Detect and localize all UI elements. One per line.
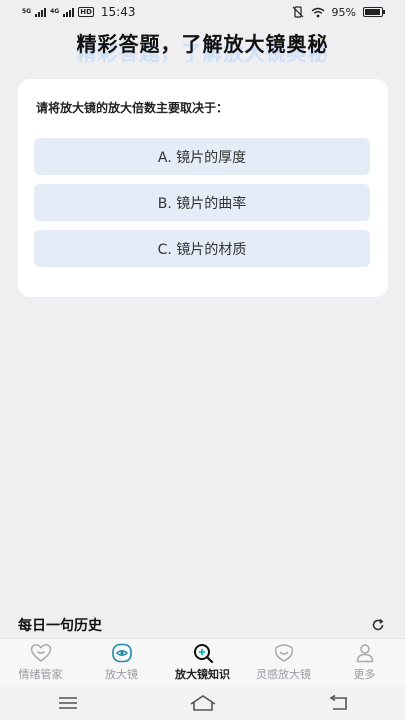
menu-button[interactable] (48, 688, 88, 718)
network-5g-label: 5G (22, 8, 32, 15)
battery-icon (363, 7, 385, 17)
smile-icon (274, 644, 293, 662)
wifi-icon (311, 7, 324, 17)
system-nav-bar (0, 686, 405, 720)
page-title-area: 精彩答题，了解放大镜奥秘 精彩答题，了解放大镜奥秘 (0, 28, 405, 68)
tab-label: 情绪管家 (18, 668, 63, 681)
daily-history-bar: 每日一句历史 (0, 612, 405, 638)
battery-percent: 95% (331, 5, 356, 19)
status-left: 5G 4G HD 15:43 (22, 5, 135, 19)
tab-label: 放大镜知识 (175, 668, 230, 681)
vibrate-icon (292, 6, 303, 18)
tab-label: 灵感放大镜 (256, 668, 311, 681)
tab-more[interactable]: 更多 (324, 643, 405, 682)
magnifier-icon (193, 644, 213, 663)
quiz-question: 请将放大镜的放大倍数主要取决于： (36, 101, 229, 115)
eye-icon (111, 643, 132, 663)
status-bar: 5G 4G HD 15:43 95% (0, 0, 405, 24)
quiz-option-a[interactable]: A. 镜片的厚度 (34, 138, 370, 175)
status-right: 95% (292, 5, 385, 19)
bottom-tab-bar: 情绪管家 放大镜 放大镜知识 灵感放大镜 更多 (0, 638, 405, 686)
tab-magnifier-knowledge[interactable]: 放大镜知识 (162, 643, 243, 682)
tab-label: 放大镜 (105, 668, 138, 681)
menu-icon (58, 697, 77, 709)
quiz-option-c[interactable]: C. 镜片的材质 (34, 230, 370, 267)
home-icon (190, 695, 215, 711)
tab-magnifier[interactable]: 放大镜 (81, 643, 162, 682)
page-title: 精彩答题，了解放大镜奥秘 (76, 32, 329, 56)
battery-level-fill (365, 9, 381, 15)
person-icon (356, 644, 373, 663)
tab-emotion[interactable]: 情绪管家 (0, 643, 81, 682)
tab-label: 更多 (353, 668, 376, 681)
signal-icon-2 (63, 7, 75, 17)
heart-icon (30, 643, 51, 662)
network-4g-label: 4G (50, 8, 60, 15)
signal-icon (35, 7, 47, 17)
quiz-option-b[interactable]: B. 镜片的曲率 (34, 184, 370, 221)
refresh-icon[interactable] (371, 618, 385, 632)
daily-history-title: 每日一句历史 (18, 618, 102, 634)
hd-badge: HD (78, 7, 94, 17)
back-icon (328, 695, 347, 710)
home-button[interactable] (183, 688, 223, 718)
back-button[interactable] (318, 688, 358, 718)
tab-inspiration[interactable]: 灵感放大镜 (243, 643, 324, 682)
status-time: 15:43 (100, 5, 136, 19)
quiz-card: 请将放大镜的放大倍数主要取决于： A. 镜片的厚度 B. 镜片的曲率 C. 镜片… (18, 79, 388, 297)
